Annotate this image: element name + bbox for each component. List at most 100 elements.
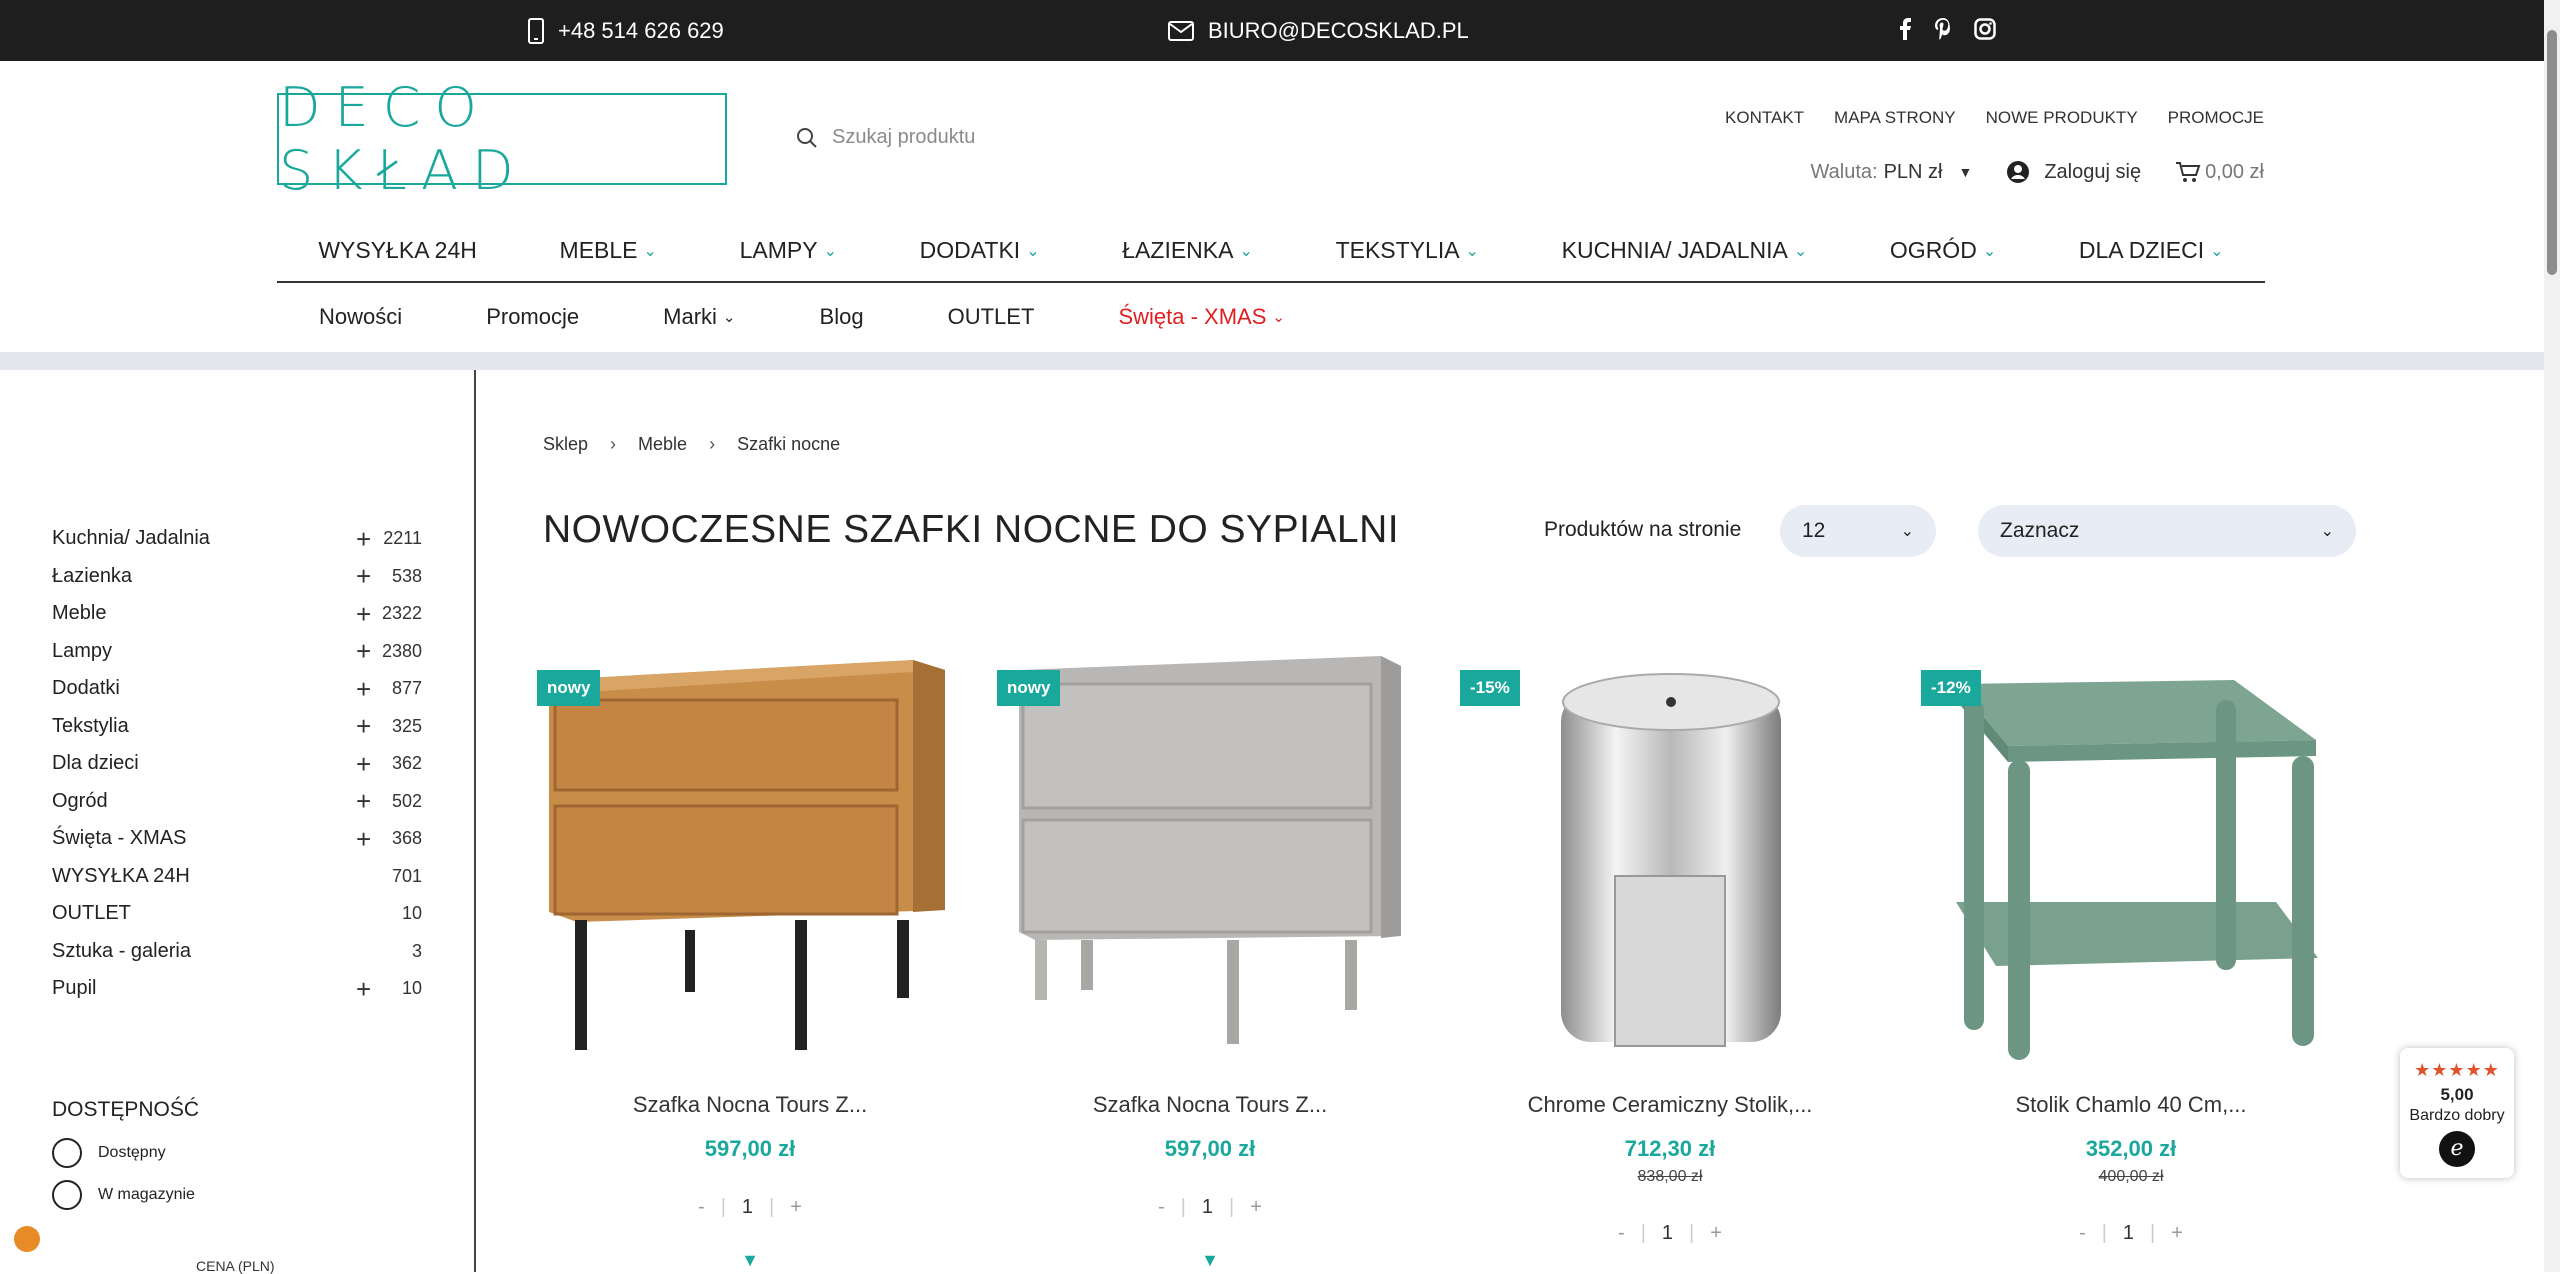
nav-label: ŁAZIENKA	[1122, 237, 1234, 263]
expand-icon[interactable]: +	[356, 526, 371, 552]
category-item[interactable]: OUTLET 10	[52, 895, 422, 933]
quantity-stepper: - | 1 | +	[535, 1196, 965, 1219]
category-item[interactable]: Kuchnia/ Jadalnia +2211	[52, 520, 422, 558]
product-badge: -15%	[1460, 670, 1520, 706]
sort-select[interactable]: Zaznacz ⌄	[1978, 505, 2356, 557]
decrease-button[interactable]: -	[698, 1196, 705, 1219]
link-kontakt[interactable]: KONTAKT	[1725, 108, 1804, 128]
subnav-nowosci[interactable]: Nowości	[319, 304, 402, 330]
scrollbar-thumb[interactable]	[2547, 30, 2557, 275]
add-to-cart-icon[interactable]: ▼	[995, 1250, 1425, 1271]
expand-icon[interactable]: +	[356, 676, 371, 702]
nav-kuchnia-jadalnia[interactable]: KUCHNIA/ JADALNIA ⌄	[1562, 237, 1808, 264]
link-nowe-produkty[interactable]: NOWE PRODUKTY	[1986, 108, 2138, 128]
increase-button[interactable]: +	[790, 1196, 802, 1219]
expand-icon[interactable]: +	[356, 601, 371, 627]
nav-dodatki[interactable]: DODATKI ⌄	[920, 237, 1040, 264]
cookie-settings-icon[interactable]	[14, 1226, 40, 1252]
quantity-value[interactable]: 1	[1202, 1196, 1213, 1219]
account-bar: Waluta: PLN zł ▼ Zaloguj się 0,00 zł	[1811, 160, 2264, 184]
per-page-value: 12	[1802, 519, 1826, 542]
category-item[interactable]: Ogród +502	[52, 783, 422, 821]
category-item[interactable]: WYSYŁKA 24H 701	[52, 858, 422, 896]
search-input[interactable]: Szukaj produktu	[832, 126, 975, 149]
chevron-down-icon: ⌄	[2320, 523, 2334, 540]
breadcrumb-meble[interactable]: Meble	[638, 434, 687, 455]
category-item[interactable]: Pupil +10	[52, 970, 422, 1008]
nav-wysylka-24h[interactable]: WYSYŁKA 24H	[318, 237, 477, 264]
pinterest-icon[interactable]	[1934, 18, 1952, 40]
radio-button[interactable]	[52, 1180, 82, 1210]
login-link[interactable]: Zaloguj się	[2006, 160, 2141, 184]
rating-stars: ★★★★★	[2414, 1060, 2500, 1080]
nav-dla-dzieci[interactable]: DLA DZIECI ⌄	[2079, 237, 2224, 264]
category-item[interactable]: Lampy +2380	[52, 633, 422, 671]
nav-lazienka[interactable]: ŁAZIENKA ⌄	[1122, 237, 1253, 264]
site-logo[interactable]: DECO SKŁAD	[277, 76, 727, 202]
subnav-blog[interactable]: Blog	[820, 304, 864, 330]
cart-link[interactable]: 0,00 zł	[2175, 160, 2264, 184]
chevron-down-icon: ⌄	[823, 242, 837, 260]
increase-button[interactable]: +	[2171, 1222, 2183, 1245]
add-to-cart-icon[interactable]: ▼	[535, 1250, 965, 1271]
product-name[interactable]: Stolik Chamlo 40 Cm,...	[1916, 1092, 2346, 1118]
category-item[interactable]: Dla dzieci +362	[52, 745, 422, 783]
phone-number: +48 514 626 629	[558, 18, 724, 43]
link-mapa-strony[interactable]: MAPA STRONY	[1834, 108, 1956, 128]
category-item[interactable]: Łazienka +538	[52, 558, 422, 596]
product-name[interactable]: Szafka Nocna Tours Z...	[995, 1092, 1425, 1118]
decrease-button[interactable]: -	[2079, 1222, 2086, 1245]
rating-widget[interactable]: ★★★★★ 5,00 Bardzo dobry e	[2400, 1048, 2514, 1178]
instagram-icon[interactable]	[1974, 18, 1996, 40]
product-badge: nowy	[537, 670, 601, 706]
quantity-value[interactable]: 1	[742, 1196, 753, 1219]
subnav-swieta-xmas[interactable]: Święta - XMAS ⌄	[1118, 304, 1285, 330]
category-item[interactable]: Meble +2322	[52, 595, 422, 633]
divider: |	[1229, 1196, 1235, 1218]
page-scrollbar[interactable]	[2544, 0, 2560, 1272]
radio-button[interactable]	[52, 1138, 82, 1168]
per-page-select[interactable]: 12 ⌄	[1780, 505, 1936, 557]
category-item[interactable]: Sztuka - galeria 3	[52, 933, 422, 971]
nav-tekstylia[interactable]: TEKSTYLIA ⌄	[1336, 237, 1479, 264]
nav-meble[interactable]: MEBLE ⌄	[560, 237, 657, 264]
chevron-down-icon: ⌄	[1239, 242, 1253, 260]
nav-ogrod[interactable]: OGRÓD ⌄	[1890, 237, 1996, 264]
chevron-down-icon: ⌄	[1793, 242, 1808, 260]
decrease-button[interactable]: -	[1158, 1196, 1165, 1219]
subnav-outlet[interactable]: OUTLET	[948, 304, 1035, 330]
expand-icon[interactable]: +	[356, 563, 371, 589]
currency-selector[interactable]: Waluta: PLN zł ▼	[1811, 161, 1973, 184]
increase-button[interactable]: +	[1710, 1222, 1722, 1245]
phone-contact[interactable]: +48 514 626 629	[528, 18, 724, 44]
expand-icon[interactable]: +	[356, 713, 371, 739]
category-item[interactable]: Święta - XMAS +368	[52, 820, 422, 858]
subnav-promocje[interactable]: Promocje	[486, 304, 579, 330]
expand-icon[interactable]: +	[356, 788, 371, 814]
subnav-label: Święta - XMAS	[1118, 304, 1267, 329]
filter-w-magazynie[interactable]: W magazynie	[52, 1180, 199, 1210]
decrease-button[interactable]: -	[1618, 1222, 1625, 1245]
link-promocje[interactable]: PROMOCJE	[2168, 108, 2264, 128]
product-name[interactable]: Chrome Ceramiczny Stolik,...	[1455, 1092, 1885, 1118]
search-bar[interactable]: Szukaj produktu	[796, 126, 975, 149]
expand-icon[interactable]: +	[356, 751, 371, 777]
nav-lampy[interactable]: LAMPY ⌄	[740, 237, 837, 264]
chevron-right-icon: ›	[610, 434, 617, 454]
category-item[interactable]: Dodatki +877	[52, 670, 422, 708]
nav-label: OGRÓD	[1889, 237, 1977, 263]
social-links	[1898, 18, 1996, 40]
category-item[interactable]: Tekstylia +325	[52, 708, 422, 746]
expand-icon[interactable]: +	[356, 976, 371, 1002]
filter-dostepny[interactable]: Dostępny	[52, 1138, 199, 1168]
quantity-value[interactable]: 1	[1662, 1222, 1673, 1245]
subnav-marki[interactable]: Marki ⌄	[663, 304, 735, 330]
product-name[interactable]: Szafka Nocna Tours Z...	[535, 1092, 965, 1118]
expand-icon[interactable]: +	[356, 638, 371, 664]
facebook-icon[interactable]	[1898, 18, 1912, 40]
email-contact[interactable]: BIURO@DECOSKLAD.PL	[1168, 18, 1469, 44]
breadcrumb-sklep[interactable]: Sklep	[543, 434, 588, 455]
quantity-value[interactable]: 1	[2123, 1222, 2134, 1245]
expand-icon[interactable]: +	[356, 826, 371, 852]
increase-button[interactable]: +	[1250, 1196, 1262, 1219]
